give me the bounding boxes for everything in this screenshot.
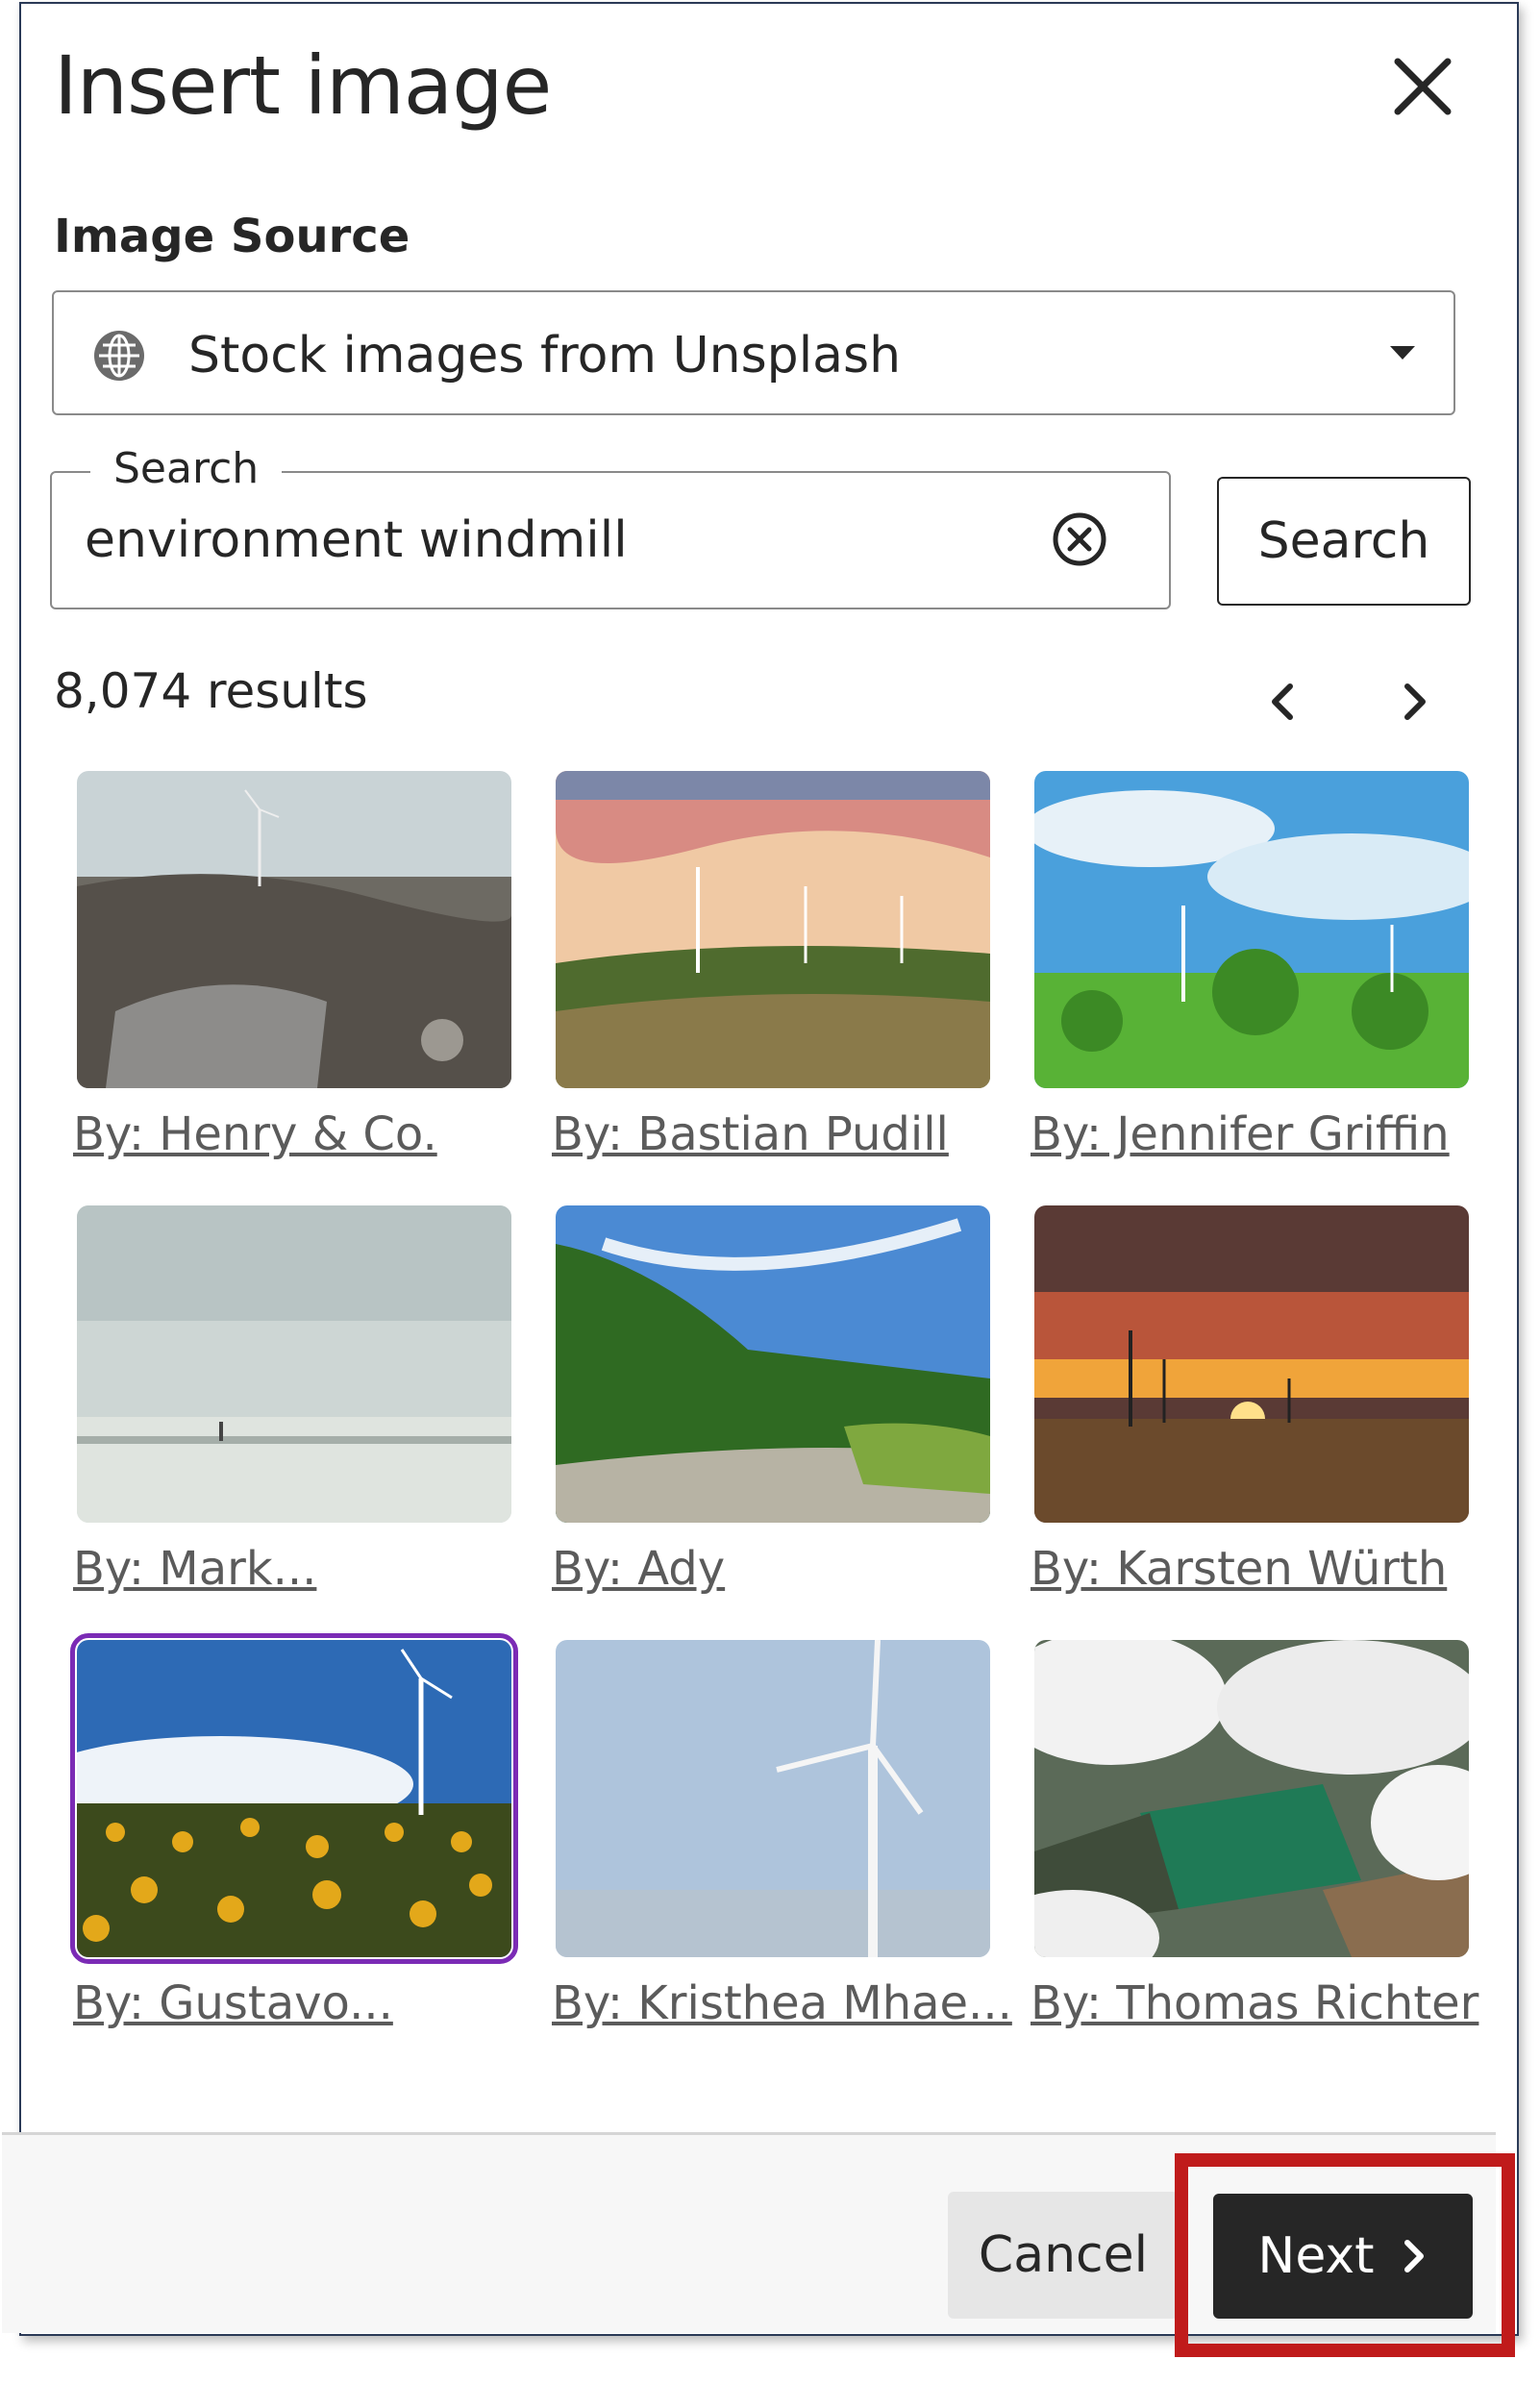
sky-turbine-image [556,1640,990,1957]
chevron-right-icon [1404,683,1426,720]
caret-down-icon [1390,346,1415,360]
image-author-link[interactable]: By: Henry & Co. [73,1107,437,1161]
image-thumbnail-selected[interactable] [70,1633,518,1964]
image-author-link[interactable]: By: Ady [552,1542,725,1596]
image-thumbnail[interactable] [1034,771,1469,1088]
image-thumbnail[interactable] [556,1205,990,1523]
search-input-value[interactable]: environment windmill [85,511,628,569]
image-author-link[interactable]: By: Bastian Pudill [552,1107,949,1161]
clear-circle-icon [1053,512,1106,566]
rocky-shore-windmill-image [77,771,511,1088]
close-button[interactable] [1384,48,1461,125]
chevron-right-icon [1403,2240,1424,2272]
close-icon [1394,58,1452,115]
search-field-label: Search [90,444,283,493]
cancel-button[interactable]: Cancel [948,2192,1179,2319]
clear-search-button[interactable] [1050,509,1109,569]
image-thumbnail[interactable] [1034,1205,1469,1523]
image-author-link[interactable]: By: Mark... [73,1542,316,1596]
sunflower-field-turbine-image [77,1640,511,1957]
image-thumbnail[interactable] [556,771,990,1088]
image-thumbnail[interactable] [77,771,511,1088]
image-thumbnail[interactable] [77,1205,511,1523]
forest-road-image [556,1205,990,1523]
image-author-link[interactable]: By: Gustavo... [73,1976,393,2030]
image-source-select[interactable]: Stock images from Unsplash [52,290,1455,415]
green-field-turbines-image [1034,771,1469,1088]
image-author-link[interactable]: By: Thomas Richter [1031,1976,1478,2030]
sunset-wheat-turbines-image [1034,1205,1469,1523]
previous-page-button[interactable] [1255,673,1313,731]
next-button[interactable]: Next [1213,2194,1473,2319]
globe-icon [94,331,144,381]
misty-beach-image [77,1205,511,1523]
image-author-link[interactable]: By: Jennifer Griffin [1031,1107,1450,1161]
image-thumbnail[interactable] [1034,1640,1469,1957]
image-source-label: Image Source [54,210,410,263]
search-button[interactable]: Search [1217,477,1471,606]
results-count: 8,074 results [54,663,368,719]
dialog-title: Insert image [54,38,552,133]
next-page-button[interactable] [1384,673,1442,731]
sunset-field-turbines-image [556,771,990,1088]
image-author-link[interactable]: By: Kristhea Mhae... [552,1976,1012,2030]
chevron-left-icon [1272,683,1293,720]
image-thumbnail[interactable] [556,1640,990,1957]
next-button-label: Next [1257,2227,1375,2285]
image-author-link[interactable]: By: Karsten Würth [1031,1542,1447,1596]
image-source-value: Stock images from Unsplash [188,327,902,385]
aerial-clouds-image [1034,1640,1469,1957]
